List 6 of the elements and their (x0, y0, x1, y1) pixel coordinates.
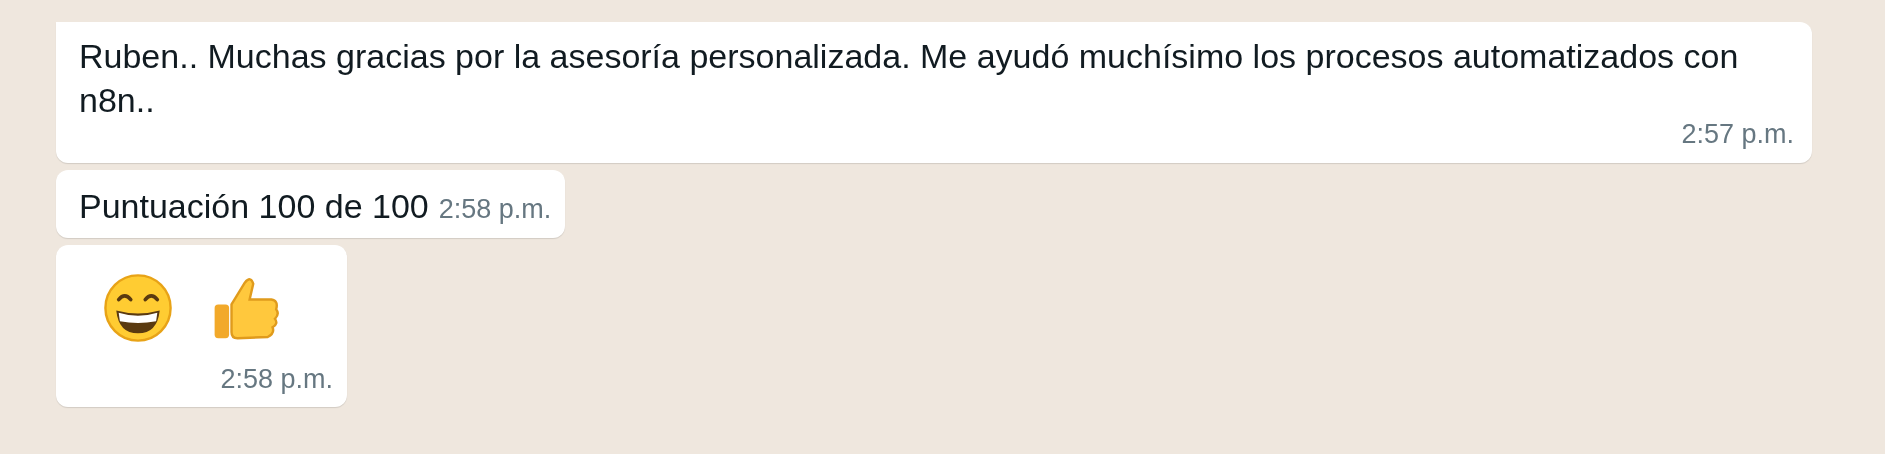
message-text: Puntuación 100 de 100 (79, 185, 429, 227)
grinning-face-icon (103, 272, 173, 343)
message-time: 2:58 p.m. (438, 193, 552, 226)
message-time: 2:57 p.m. (1680, 118, 1794, 151)
message-time: 2:58 p.m. (220, 362, 333, 396)
message-text: Ruben.. Muchas gracias por la asesoría personalizada. Me ayudó muchísimo los procesos automatizados con n8n.. (79, 36, 1740, 121)
